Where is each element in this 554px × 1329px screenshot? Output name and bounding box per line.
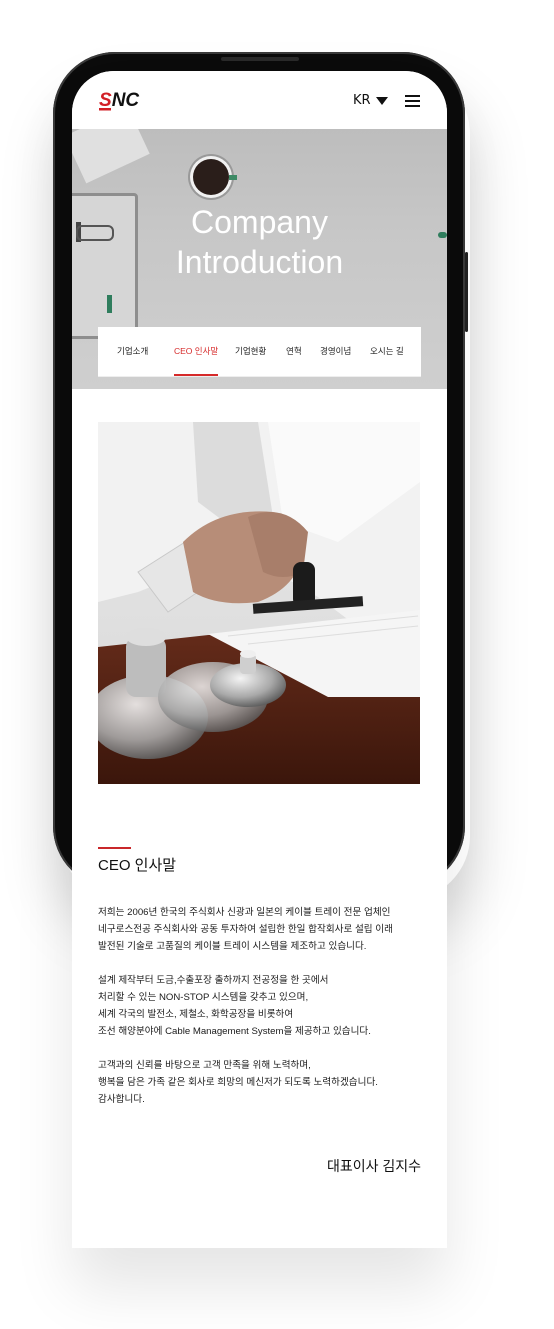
sub-nav-tabs: 기업소개 CEO 인사말 기업현황 연혁 경영이념 오시는 길 [98, 327, 421, 376]
phone-notch [221, 57, 299, 61]
paragraph-line: 저희는 2006년 한국의 주식회사 신광과 일본의 케이블 트레이 전문 업체… [98, 907, 391, 918]
language-label: KR [353, 93, 371, 108]
hero-cup-handle [229, 175, 237, 180]
hero-pin [107, 295, 112, 313]
tab-company-status[interactable]: 기업현황 [235, 327, 266, 376]
svg-text:SNC: SNC [99, 90, 139, 111]
tab-history[interactable]: 연혁 [286, 327, 302, 376]
hero-coffee-cup [193, 159, 229, 195]
paragraph-line: 처리할 수 있는 NON-STOP 시스템을 갖추고 있으며, [98, 992, 309, 1003]
hero-title-line1: Company [191, 204, 328, 240]
phone-side-button [465, 252, 468, 332]
paragraph-line: 발전된 기술로 고품질의 케이블 트레이 시스템을 제조하고 있습니다. [98, 941, 367, 952]
section-accent-line [98, 847, 131, 849]
site-header: SNC KR [72, 71, 447, 129]
ceo-photo [98, 422, 420, 784]
snc-logo[interactable]: SNC [99, 89, 143, 111]
tab-directions[interactable]: 오시는 길 [370, 327, 404, 376]
tab-company-intro[interactable]: 기업소개 [117, 327, 148, 376]
stamp-photo-illustration [98, 422, 420, 784]
greeting-paragraph-2: 설계 제작부터 도금,수출포장 출하까지 전공정을 한 곳에서 처리할 수 있는… [98, 972, 438, 1040]
phone-screen: SNC KR Company Introduction 기업소개 CEO 인사말… [72, 71, 447, 1248]
tab-ceo-greeting[interactable]: CEO 인사말 [174, 327, 219, 376]
tab-management-philosophy[interactable]: 경영이념 [320, 327, 351, 376]
paragraph-line: 네구로스전공 주식회사와 공동 투자하여 설립한 한일 합작회사로 설립 이래 [98, 924, 393, 935]
hamburger-menu-icon[interactable] [405, 95, 420, 107]
hero-title-line2: Introduction [175, 244, 344, 280]
hero-paper [72, 129, 150, 184]
paragraph-line: 행복을 담은 가족 같은 회사로 희망의 메신저가 되도록 노력하겠습니다. [98, 1077, 378, 1088]
section-title: CEO 인사말 [98, 857, 177, 874]
ceo-signature: 대표이사 김지수 [326, 1158, 421, 1174]
paragraph-line: 고객과의 신뢰를 바탕으로 고객 만족을 위해 노력하며, [98, 1060, 311, 1071]
greeting-paragraph-3: 고객과의 신뢰를 바탕으로 고객 만족을 위해 노력하며, 행복을 담은 가족 … [98, 1057, 438, 1108]
paragraph-line: 설계 제작부터 도금,수출포장 출하까지 전공정을 한 곳에서 [98, 975, 329, 986]
caret-down-icon [375, 96, 388, 105]
language-selector[interactable]: KR [353, 93, 388, 108]
paragraph-line: 감사합니다. [98, 1094, 145, 1105]
paragraph-line: 세계 각국의 발전소, 제철소, 화학공장을 비롯하여 [98, 1009, 294, 1020]
paragraph-line: 조선 해양분야에 Cable Management System을 제공하고 있… [98, 1026, 371, 1037]
greeting-paragraph-1: 저희는 2006년 한국의 주식회사 신광과 일본의 케이블 트레이 전문 업체… [98, 904, 438, 955]
